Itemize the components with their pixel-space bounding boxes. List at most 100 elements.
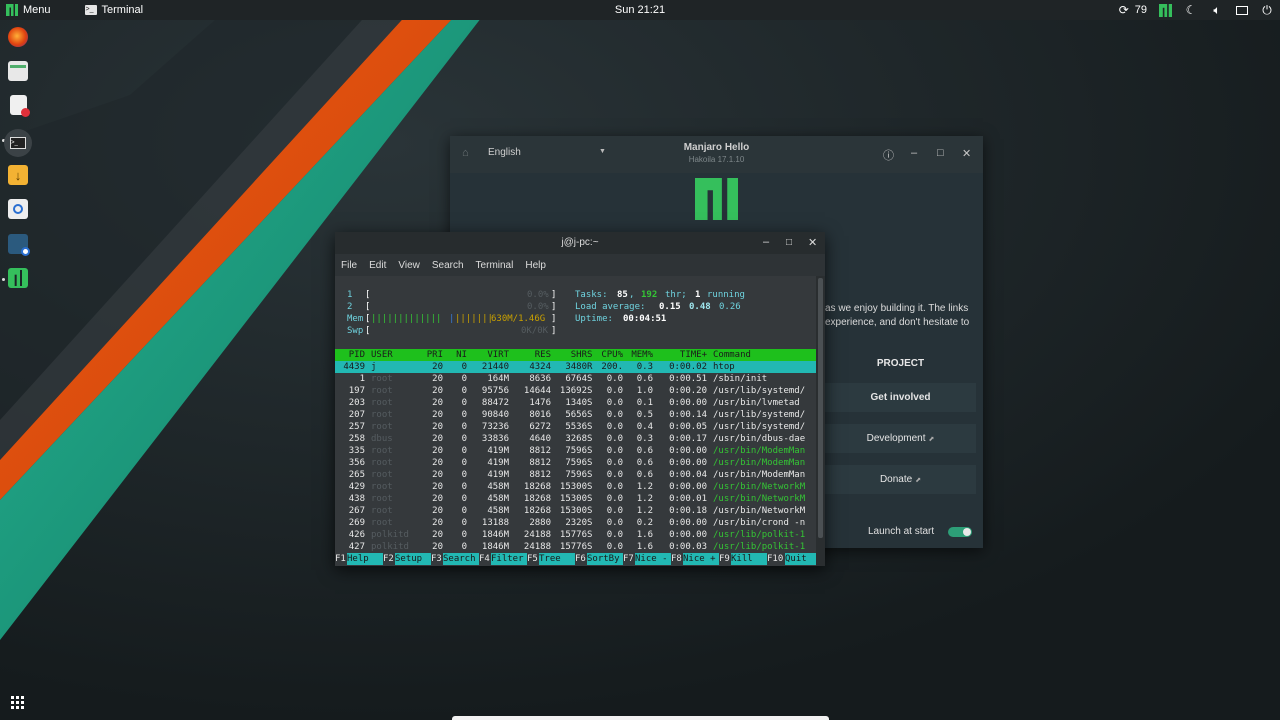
system-tray: ⟳ 79 ☾ 🔈︎ ⏻ [1117, 0, 1274, 20]
cell-shr: 3268 [565, 434, 587, 444]
menu-view[interactable]: View [398, 260, 420, 271]
cell-res: 8812 [529, 470, 551, 480]
menu-edit[interactable]: Edit [369, 260, 386, 271]
cell-pri: 20 [432, 398, 443, 408]
fkey-label-f8[interactable]: Nice + [683, 553, 719, 565]
donate-button[interactable]: Donate ⬈ [825, 465, 976, 494]
table-row[interactable]: 265 root 20 0 419M 8812 7596 S 0.0 0.6 0:00.04/usr… [335, 469, 816, 481]
table-row[interactable]: 267 root 20 0 458M 18268 15300 S 0.0 1.2 0:00.18/u… [335, 505, 816, 517]
fkey-f3[interactable]: F3 [431, 553, 442, 565]
firefox-icon[interactable] [8, 27, 28, 47]
cell-ni: 0 [461, 470, 467, 480]
maximize-button[interactable]: □ [786, 237, 792, 248]
cell-shr: 15776 [559, 542, 587, 552]
table-row[interactable]: 257 root 20 0 73236 6272 5536 S 0.0 0.4 0:00.05/us… [335, 421, 816, 433]
minimize-button[interactable]: – [763, 236, 769, 248]
development-button[interactable]: Development ⬈ [825, 424, 976, 453]
table-row[interactable]: 356 root 20 0 419M 8812 7596 S 0.0 0.6 0:00.00/usr… [335, 457, 816, 469]
table-row[interactable]: 203 root 20 0 88472 1476 1340 S 0.0 0.1 0:00.00/us… [335, 397, 816, 409]
launch-at-start-toggle[interactable] [948, 527, 972, 537]
fkey-f2[interactable]: F2 [383, 553, 394, 565]
document-viewer-icon[interactable] [10, 95, 30, 117]
menu-help[interactable]: Help [525, 260, 546, 271]
cell-user: dbus [371, 434, 393, 444]
night-mode-icon[interactable]: ☾ [1184, 3, 1198, 17]
cell-user: polkitd [371, 542, 409, 552]
cell-user: polkitd [371, 530, 409, 540]
fkey-f10[interactable]: F10 [767, 553, 783, 565]
cell-ni: 0 [461, 398, 467, 408]
fkey-label-f7[interactable]: Nice - [635, 553, 671, 565]
close-button[interactable]: ✕ [808, 236, 817, 249]
cell-time: 0:00.51 [669, 374, 707, 384]
volume-icon[interactable]: 🔈︎ [1210, 3, 1224, 17]
table-row[interactable]: 207 root 20 0 90840 8016 5656 S 0.0 0.5 0:00.14/us… [335, 409, 816, 421]
close-button[interactable]: ✕ [962, 147, 971, 160]
terminal-scrollbar[interactable] [816, 276, 825, 566]
fkey-f4[interactable]: F4 [479, 553, 490, 565]
fkey-label-f10[interactable]: Quit [785, 553, 816, 565]
fkey-f8[interactable]: F8 [671, 553, 682, 565]
fkey-label-f1[interactable]: Help [347, 553, 383, 565]
cell-time: 0:00.17 [669, 434, 707, 444]
maximize-button[interactable]: □ [937, 147, 944, 159]
updates-indicator[interactable]: ⟳ 79 [1117, 3, 1147, 17]
table-row[interactable]: 197 root 20 0 95756 14644 13692 S 0.0 1.0 0:00.20/… [335, 385, 816, 397]
menu-terminal[interactable]: Terminal [476, 260, 514, 271]
fkey-f6[interactable]: F6 [575, 553, 586, 565]
window-icon[interactable] [1236, 5, 1248, 15]
table-row[interactable]: 1 root 20 0 164M 8636 6764 S 0.0 0.6 0:00.51/sbin/… [335, 373, 816, 385]
show-applications-icon[interactable] [11, 696, 25, 710]
intro-text-line-1: as we enjoy building it. The links [825, 303, 969, 314]
fkey-f5[interactable]: F5 [527, 553, 538, 565]
fkey-label-f6[interactable]: SortBy [587, 553, 623, 565]
cell-pid: 267 [348, 506, 365, 516]
table-row[interactable]: 429 root 20 0 458M 18268 15300 S 0.0 1.2 0:00.00/u… [335, 481, 816, 493]
cell-command: /usr/bin/NetworkM [713, 482, 806, 492]
manjaro-tray-icon[interactable] [1159, 3, 1172, 17]
table-row[interactable]: 426 polkitd 20 0 1846M 24188 15776 S 0.0 1.6 0:00.… [335, 529, 816, 541]
manjaro-logo-icon [6, 4, 18, 16]
cell-ni: 0 [461, 410, 467, 420]
table-row-selected[interactable]: 4439 j 20 0 21440 4324 3480 R 200. 0.3 0:00.02 htop [335, 361, 816, 373]
fkey-f1[interactable]: F1 [335, 553, 346, 565]
cell-pri: 20 [432, 470, 443, 480]
cell-pid: 257 [348, 422, 365, 432]
cell-res: 6272 [529, 422, 551, 432]
fkey-f7[interactable]: F7 [623, 553, 634, 565]
table-row[interactable]: 427 polkitd 20 0 1846M 24188 15776 S 0.0 1.6 0:00.… [335, 541, 816, 553]
table-row[interactable]: 269 root 20 0 13188 2880 2320 S 0.0 0.2 0:00.00/us… [335, 517, 816, 529]
cell-command: /usr/lib/polkit-1 [713, 530, 806, 540]
cell-virt: 419M [487, 458, 509, 468]
terminal-icon[interactable]: >_ [4, 129, 32, 157]
manjaro-logo [695, 178, 738, 220]
table-row[interactable]: 335 root 20 0 419M 8812 7596 S 0.0 0.6 0:00.00/usr… [335, 445, 816, 457]
cell-pid: 356 [348, 458, 365, 468]
fkey-f9[interactable]: F9 [719, 553, 730, 565]
cell-command: /sbin/init [713, 374, 768, 384]
downloader-icon[interactable]: ↓ [8, 165, 28, 185]
menu-search[interactable]: Search [432, 260, 464, 271]
fkey-label-f5[interactable]: Tree [539, 553, 575, 565]
about-icon[interactable]: ⓘ [883, 147, 894, 163]
minimize-button[interactable]: – [911, 147, 917, 159]
htop-screen[interactable]: 1 [ 0.0% ] 2 [ 0.0% ] Mem [ ||||||||||||… [335, 276, 816, 566]
get-involved-button[interactable]: Get involved [825, 383, 976, 412]
clock[interactable]: Sun 21:21 [615, 4, 665, 16]
screenshot-icon[interactable] [8, 199, 28, 219]
cell-ni: 0 [461, 446, 467, 456]
menu-button[interactable]: Menu [0, 0, 57, 20]
fkey-label-f4[interactable]: Filter [491, 553, 527, 565]
table-row[interactable]: 258 dbus 20 0 33836 4640 3268 S 0.0 0.3 0:00.17/us… [335, 433, 816, 445]
fkey-label-f3[interactable]: Search [443, 553, 479, 565]
manjaro-hello-icon[interactable] [8, 268, 28, 288]
cell-cpu: 0.0 [606, 470, 623, 480]
taskbar-terminal-button[interactable]: >_ Terminal [79, 0, 150, 20]
file-manager-icon[interactable] [8, 61, 28, 81]
power-icon[interactable]: ⏻ [1260, 3, 1274, 17]
table-row[interactable]: 438 root 20 0 458M 18268 15300 S 0.0 1.2 0:00.01/u… [335, 493, 816, 505]
settings-icon[interactable] [8, 234, 30, 256]
fkey-label-f9[interactable]: Kill [731, 553, 767, 565]
menu-file[interactable]: File [341, 260, 357, 271]
fkey-label-f2[interactable]: Setup [395, 553, 431, 565]
